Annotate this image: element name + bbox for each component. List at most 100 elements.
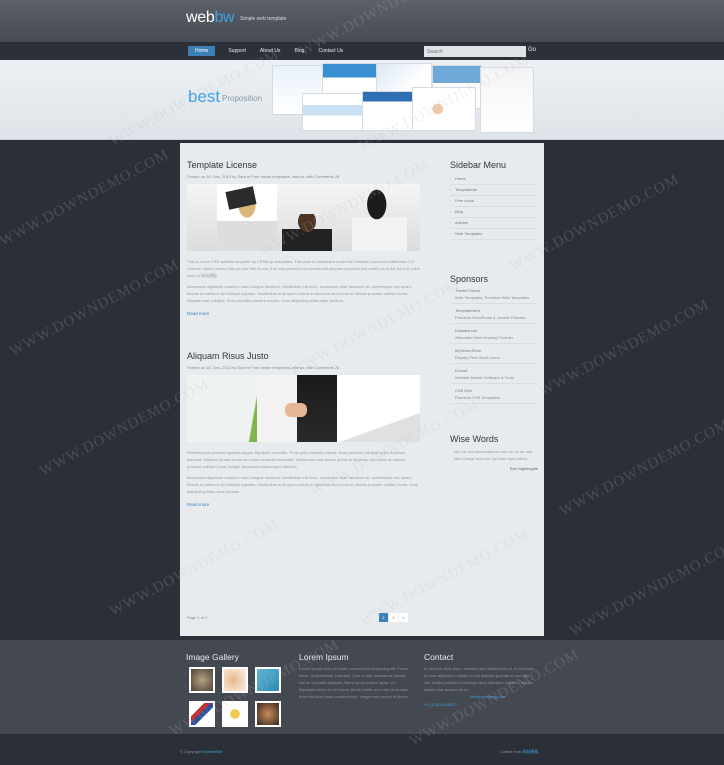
bottom-bar: © Copyright MyWebSite Collect from 网站模板	[0, 734, 724, 765]
post-meta: Posted on 16. Dec, 2013 by Sara in Free …	[187, 174, 340, 179]
sidebar: Sidebar Menu Home Templatehile Free Icon…	[450, 160, 538, 471]
sidebar-item-templatehile[interactable]: Templatehile	[450, 185, 538, 196]
sponsor-desc: Premium WordPress & Joomla Themes	[455, 315, 526, 320]
sponsor-desc: Affordable Web Hosting Provider	[455, 335, 514, 340]
post-title[interactable]: Template License	[187, 160, 420, 170]
page-1-button[interactable]: 1	[379, 613, 388, 622]
collect-prefix: Collect from	[500, 749, 523, 754]
nav-about-us[interactable]: About Us	[253, 46, 288, 56]
watermark-text: WWW.DOWNDEMO.COM	[567, 536, 724, 640]
sponsor-item: Theme Forest Web Templates, Premium Web …	[450, 288, 538, 304]
sidebar-item-blog[interactable]: Blog	[450, 207, 538, 218]
pagination: 1 2 »	[379, 613, 408, 622]
sponsor-desc: Premium CSS Templates	[455, 395, 500, 400]
sponsor-item: Evrsoft Website Builder Software & Tools	[450, 368, 538, 384]
page-2-button[interactable]: 2	[389, 613, 398, 622]
main-nav: Home Support About Us Blog Contact Us	[188, 46, 350, 56]
gallery-thumb[interactable]	[255, 701, 281, 727]
collage-tile	[362, 91, 414, 131]
sponsor-item: CSS Hub Premium CSS Templates	[450, 388, 538, 404]
search-go-button[interactable]: Go	[528, 47, 536, 53]
nav-blog[interactable]: Blog	[287, 46, 311, 56]
contact-title: Contact	[424, 652, 454, 662]
gallery-thumb[interactable]	[189, 667, 215, 693]
search-input[interactable]	[424, 46, 526, 57]
wise-words-quote: We can let circumstances rule us, or we …	[454, 449, 533, 461]
sidebar-item-free-icons[interactable]: Free Icons	[450, 196, 538, 207]
gallery-thumb[interactable]	[255, 667, 281, 693]
lorem-ipsum-title: Lorem Ipsum	[299, 652, 349, 662]
sponsor-item: Undated.net Affordable Web Hosting Provi…	[450, 328, 538, 344]
contact-phone: +1 (123) 444-5677	[424, 702, 458, 707]
contact-email-link[interactable]: info@company.com	[470, 693, 505, 700]
post-image-handshake	[187, 375, 420, 442]
post-title[interactable]: Aliquam Risus Justo	[187, 351, 420, 361]
pagination-label: Page 1 of 2	[187, 615, 208, 620]
post-meta: Posted on 16. Dec, 2013 by Sara in Free …	[187, 365, 340, 370]
banner-best-text: best	[188, 87, 221, 106]
sponsor-name[interactable]: Undated.net	[450, 328, 538, 333]
sponsor-desc: Web Templates, Premium Web Templates	[455, 295, 530, 300]
wise-words-author: Earl Nightingale	[509, 466, 538, 471]
sponsors-title: Sponsors	[450, 274, 489, 284]
nav-support[interactable]: Support	[221, 46, 253, 56]
watermark-text: WWW.DOWNDEMO.COM	[537, 296, 713, 400]
nav-bar: Home Support About Us Blog Contact Us Go	[0, 42, 724, 60]
blog-post: Template License Posted on 16. Dec, 2013…	[187, 160, 420, 317]
blog-post: Aliquam Risus Justo Posted on 16. Dec, 2…	[187, 351, 420, 508]
post-paragraph: Maecenas dignissim mauris in arcu congue…	[187, 284, 413, 303]
sidebar-menu: Home Templatehile Free Icons Blog Articl…	[450, 174, 538, 240]
blog-posts: Template License Posted on 16. Dec, 2013…	[187, 160, 420, 508]
site-footer: Image Gallery Lorem Ipsum Lorem ipsum do…	[0, 640, 724, 734]
watermark-text: WWW.DOWNDEMO.COM	[7, 256, 183, 360]
collect-from-text: Collect from 网站模板	[500, 749, 538, 755]
site-tagline: Simple web template	[240, 16, 287, 22]
gallery-thumb[interactable]	[222, 667, 248, 693]
collage-tile	[480, 67, 534, 133]
sponsor-item: TemplateNerd Premium WordPress & Joomla …	[450, 308, 538, 324]
image-gallery-title: Image Gallery	[186, 652, 239, 662]
banner-proposition-text: Proposition	[222, 94, 263, 103]
nav-contact-us[interactable]: Contact Us	[311, 46, 350, 56]
sponsor-name[interactable]: MyVectorStore	[450, 348, 538, 353]
collage-tile	[302, 93, 364, 131]
sponsor-name[interactable]: TemplateNerd	[450, 308, 538, 313]
read-more-link[interactable]: Read more	[187, 311, 209, 316]
main-content-panel: Template License Posted on 16. Dec, 2013…	[180, 143, 544, 636]
sponsor-item: MyVectorStore Royalty Free Stock Icons	[450, 348, 538, 364]
lorem-ipsum-text: Lorem ipsum dolor sit amet, consectetur …	[299, 666, 409, 699]
logo-text-a: web	[186, 9, 215, 26]
post-paragraph: Pellentesque posuere egestas augue digni…	[187, 450, 406, 469]
copyright-text: © Copyright MyWebSite	[180, 749, 223, 754]
watermark-text: WWW.DOWNDEMO.COM	[0, 146, 173, 250]
sponsor-name[interactable]: Theme Forest	[450, 288, 538, 293]
post-paragraph: This is a free CSS website template by C…	[187, 259, 420, 278]
copyright-prefix: © Copyright	[180, 749, 203, 754]
post-image-business-meeting	[187, 184, 420, 251]
sponsor-desc: Website Builder Software & Tools	[455, 375, 514, 380]
contact-text: In vel sem vitae diam, sodales non ullam…	[424, 666, 535, 692]
sponsor-desc: Royalty Free Stock Icons	[455, 355, 500, 360]
watermark-text: WWW.DOWNDEMO.COM	[557, 416, 724, 520]
read-more-link[interactable]: Read more	[187, 502, 209, 507]
collect-link[interactable]: 网站模板	[522, 749, 538, 754]
sidebar-item-articles[interactable]: Articles	[450, 218, 538, 229]
nav-home[interactable]: Home	[188, 46, 216, 56]
banner-screenshot-collage	[272, 63, 534, 133]
gallery-thumb[interactable]	[222, 701, 248, 727]
sidebar-item-home[interactable]: Home	[450, 174, 538, 185]
post-paragraph: Maecenas dignissim mauris in arcu congue…	[187, 475, 418, 494]
site-header: webbw Simple web template	[0, 0, 724, 42]
sidebar-menu-title: Sidebar Menu	[450, 160, 507, 170]
copyright-link[interactable]: MyWebSite	[202, 749, 222, 754]
sponsors-list: Theme Forest Web Templates, Premium Web …	[450, 288, 538, 404]
sponsor-name[interactable]: CSS Hub	[450, 388, 538, 393]
next-page-button[interactable]: »	[399, 613, 408, 622]
gallery-thumb[interactable]	[189, 701, 215, 727]
site-logo[interactable]: webbw	[186, 9, 235, 27]
wise-words-title: Wise Words	[450, 434, 499, 444]
collage-tile	[412, 87, 476, 131]
logo-text-b: bw	[214, 9, 235, 26]
sponsor-name[interactable]: Evrsoft	[450, 368, 538, 373]
sidebar-item-web-templates[interactable]: Web Templates	[450, 229, 538, 240]
